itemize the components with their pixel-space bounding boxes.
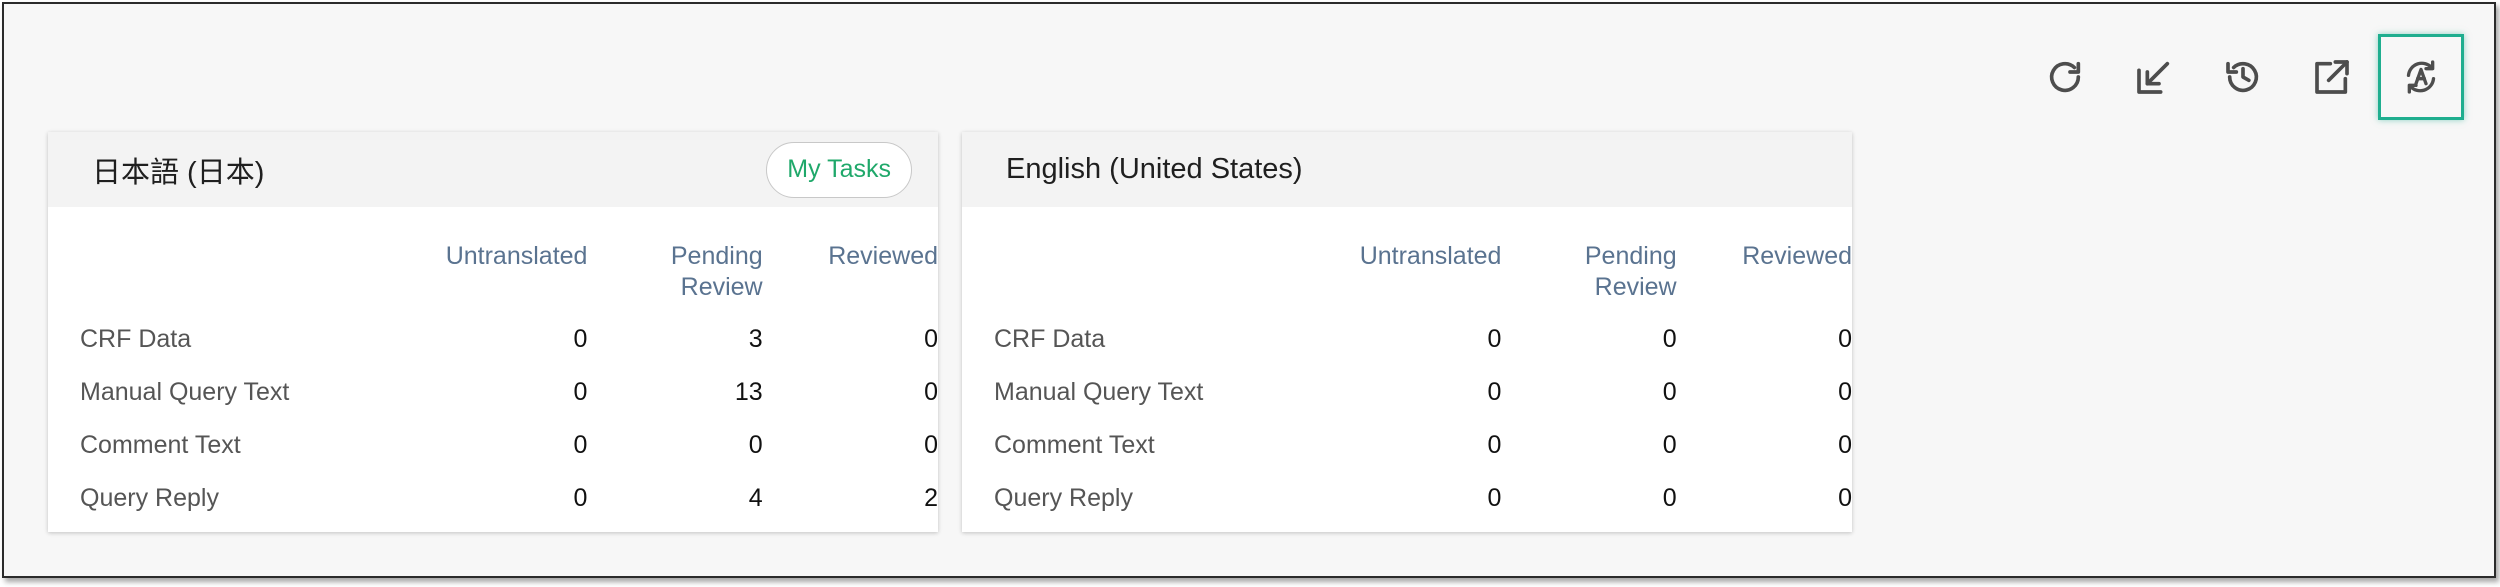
untranslated-count: 0 [573, 431, 588, 459]
auto-translate-icon [2406, 60, 2436, 94]
pending-review-count: 0 [1662, 484, 1677, 512]
pending-review-count: 3 [748, 325, 763, 353]
row-label-header [80, 241, 378, 313]
row-label: Manual Query Text [80, 378, 290, 406]
col-header-pending-review: Pending Review [670, 242, 763, 301]
import-icon [2137, 61, 2170, 94]
refresh-button[interactable] [2022, 34, 2108, 120]
language-card-ja: 日本語 (日本) My Tasks Untranslated Pending R… [48, 132, 938, 532]
table-header-row: Untranslated Pending Review Reviewed [80, 241, 938, 313]
card-title: 日本語 (日本) [92, 156, 265, 189]
reviewed-count: 0 [924, 325, 938, 353]
pending-review-count: 0 [748, 431, 763, 459]
refresh-icon [2049, 61, 2081, 93]
card-title: English (United States) [1006, 153, 1303, 185]
open-external-button[interactable] [2289, 34, 2375, 120]
open-external-icon [2315, 60, 2349, 94]
table-row: Query Reply 0 0 0 [994, 472, 1852, 525]
row-label: CRF Data [994, 325, 1106, 353]
pending-review-count: 0 [1662, 378, 1677, 406]
row-label: Comment Text [994, 431, 1155, 459]
untranslated-count: 0 [1487, 325, 1502, 353]
toolbar [2019, 34, 2464, 120]
row-label: Manual Query Text [994, 378, 1204, 406]
table-header-row: Untranslated Pending Review Reviewed [994, 241, 1852, 313]
col-header-reviewed: Reviewed [1742, 242, 1852, 270]
history-button[interactable] [2200, 34, 2286, 120]
untranslated-count: 0 [1487, 378, 1502, 406]
row-label: CRF Data [80, 325, 192, 353]
untranslated-count: 0 [573, 484, 588, 512]
col-header-untranslated: Untranslated [1359, 242, 1502, 270]
my-tasks-button[interactable]: My Tasks [766, 141, 912, 198]
translation-status-table: Untranslated Pending Review Reviewed CRF… [80, 241, 938, 525]
reviewed-count: 0 [924, 431, 938, 459]
col-header-reviewed: Reviewed [828, 242, 938, 270]
reviewed-count: 0 [924, 378, 938, 406]
untranslated-count: 0 [1487, 431, 1502, 459]
table-row: Comment Text 0 0 0 [994, 419, 1852, 472]
untranslated-count: 0 [573, 378, 588, 406]
card-header: 日本語 (日本) My Tasks [48, 132, 938, 207]
col-header-untranslated: Untranslated [445, 242, 588, 270]
row-label: Query Reply [994, 484, 1133, 512]
table-row: Query Reply 0 4 2 [80, 472, 938, 525]
reviewed-count: 0 [1838, 484, 1852, 512]
untranslated-count: 0 [1487, 484, 1502, 512]
pending-review-count: 4 [748, 484, 763, 512]
language-card-en: English (United States) Untranslated Pen… [962, 132, 1852, 532]
pending-review-count: 0 [1662, 325, 1677, 353]
col-header-pending-review: Pending Review [1584, 242, 1677, 301]
row-label: Comment Text [80, 431, 241, 459]
pending-review-count: 0 [1662, 431, 1677, 459]
auto-translate-button[interactable] [2378, 34, 2464, 120]
table-row: Manual Query Text 0 13 0 [80, 366, 938, 419]
reviewed-count: 0 [1838, 431, 1852, 459]
reviewed-count: 0 [1838, 378, 1852, 406]
pending-review-count: 13 [734, 378, 763, 406]
row-label: Query Reply [80, 484, 219, 512]
row-label-header [994, 241, 1292, 313]
reviewed-count: 0 [1838, 325, 1852, 353]
reviewed-count: 2 [924, 484, 938, 512]
table-row: Manual Query Text 0 0 0 [994, 366, 1852, 419]
translation-status-table: Untranslated Pending Review Reviewed CRF… [994, 241, 1852, 525]
table-row: CRF Data 0 0 0 [994, 313, 1852, 366]
table-row: Comment Text 0 0 0 [80, 419, 938, 472]
card-header: English (United States) [962, 132, 1852, 207]
import-button[interactable] [2111, 34, 2197, 120]
history-icon [2226, 61, 2259, 93]
app-frame: 日本語 (日本) My Tasks Untranslated Pending R… [2, 2, 2496, 578]
untranslated-count: 0 [573, 325, 588, 353]
table-row: CRF Data 0 3 0 [80, 313, 938, 366]
